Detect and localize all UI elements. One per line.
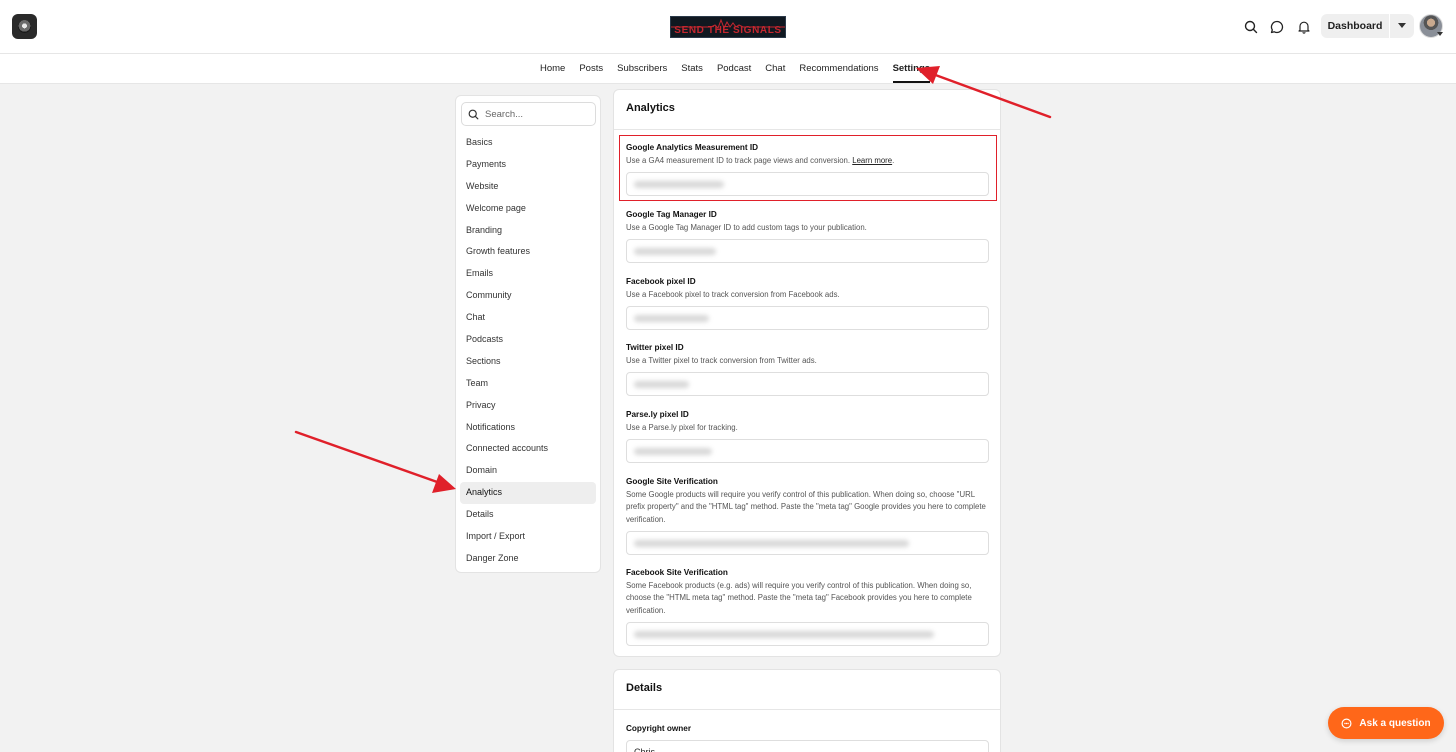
sidebar-item-import-export[interactable]: Import / Export — [460, 526, 596, 548]
field-label: Parse.ly pixel ID — [626, 410, 689, 419]
chat-icon — [1341, 718, 1352, 729]
twitter-pixel-id-input[interactable] — [626, 372, 989, 397]
dashboard-button[interactable]: Dashboard — [1321, 14, 1389, 38]
facebook-pixel-id-input[interactable] — [626, 306, 989, 331]
sidebar-item-domain[interactable]: Domain — [460, 460, 596, 482]
google-analytics-id-input[interactable] — [626, 172, 989, 197]
sidebar-item-basics[interactable]: Basics — [460, 132, 596, 154]
field-copyright-owner: Copyright owner — [626, 723, 989, 752]
sidebar-item-podcasts[interactable]: Podcasts — [460, 329, 596, 351]
dashboard-button-group: Dashboard — [1321, 14, 1414, 38]
publication-logo[interactable]: SEND THE SIGNALS — [670, 16, 786, 38]
search-icon — [468, 109, 479, 119]
tab-home[interactable]: Home — [540, 54, 565, 84]
details-panel: Details Copyright owner — [613, 669, 1001, 752]
field-label: Google Analytics Measurement ID — [626, 143, 759, 152]
field-label: Copyright owner — [626, 724, 692, 733]
field-facebook-pixel: Facebook pixel ID Use a Facebook pixel t… — [626, 276, 989, 331]
camera-lens-icon — [18, 20, 31, 33]
sidebar-item-chat[interactable]: Chat — [460, 307, 596, 329]
annotation-arrow-analytics — [294, 430, 456, 493]
field-google-analytics: Google Analytics Measurement ID Use a GA… — [626, 142, 989, 197]
field-parsely-pixel: Parse.ly pixel ID Use a Parse.ly pixel f… — [626, 409, 989, 464]
field-description: Use a Facebook pixel to track conversion… — [626, 290, 840, 299]
tab-chat[interactable]: Chat — [765, 54, 785, 84]
field-description: Use a Twitter pixel to track conversion … — [626, 356, 817, 365]
google-site-verification-input[interactable] — [626, 530, 989, 555]
field-label: Google Site Verification — [626, 477, 718, 486]
ask-question-button[interactable]: Ask a question — [1328, 707, 1444, 739]
google-tag-manager-id-input[interactable] — [626, 239, 989, 264]
tab-recommendations[interactable]: Recommendations — [799, 54, 878, 84]
sidebar-item-community[interactable]: Community — [460, 285, 596, 307]
sidebar-item-emails[interactable]: Emails — [460, 263, 596, 285]
sidebar-item-website[interactable]: Website — [460, 176, 596, 198]
tab-podcast[interactable]: Podcast — [717, 54, 751, 84]
sidebar-list: Basics Payments Website Welcome page Brandin… — [460, 132, 596, 570]
details-title: Details — [614, 670, 1000, 710]
tab-subscribers[interactable]: Subscribers — [617, 54, 667, 84]
avatar-caret-icon — [1437, 32, 1443, 36]
ask-question-label: Ask a question — [1359, 717, 1431, 729]
settings-nav: Home Posts Subscribers Stats Podcast Chat Reco… — [0, 54, 1456, 84]
field-label: Google Tag Manager ID — [626, 210, 717, 219]
chat-bubble-icon[interactable] — [1268, 18, 1286, 36]
field-google-tag-manager: Google Tag Manager ID Use a Google Tag M… — [626, 209, 989, 264]
caret-down-icon — [1398, 23, 1406, 28]
tab-stats[interactable]: Stats — [681, 54, 703, 84]
dashboard-dropdown-toggle[interactable] — [1390, 14, 1414, 38]
field-google-site-verification: Google Site Verification Some Google pro… — [626, 476, 989, 555]
analytics-panel: Analytics Google Analytics Measurement I… — [613, 89, 1001, 657]
sidebar-item-connected-accounts[interactable]: Connected accounts — [460, 438, 596, 460]
learn-more-link[interactable]: Learn more — [852, 156, 892, 165]
parsely-pixel-id-input[interactable] — [626, 439, 989, 464]
field-description: Use a Google Tag Manager ID to add custo… — [626, 223, 867, 232]
bell-icon[interactable] — [1295, 18, 1313, 36]
top-bar: SEND THE SIGNALS Dashboard — [0, 0, 1456, 54]
tab-posts[interactable]: Posts — [579, 54, 603, 84]
field-description: Use a Parse.ly pixel for tracking. — [626, 423, 738, 432]
facebook-site-verification-input[interactable] — [626, 621, 989, 646]
field-description: Use a GA4 measurement ID to track page v… — [626, 156, 895, 165]
sidebar-item-growth-features[interactable]: Growth features — [460, 241, 596, 263]
field-label: Twitter pixel ID — [626, 343, 684, 352]
sidebar-item-details[interactable]: Details — [460, 504, 596, 526]
sidebar-search — [461, 102, 596, 126]
sidebar-item-team[interactable]: Team — [460, 373, 596, 395]
field-twitter-pixel: Twitter pixel ID Use a Twitter pixel to … — [626, 342, 989, 397]
sidebar-item-analytics[interactable]: Analytics — [460, 482, 596, 505]
publication-name: SEND THE SIGNALS — [674, 25, 782, 36]
search-icon[interactable] — [1242, 18, 1260, 36]
settings-sidebar: BasicsPaymentsWebsiteWelcome pageBrandin… — [455, 95, 601, 573]
field-label: Facebook Site Verification — [626, 568, 728, 577]
sidebar-search-input[interactable] — [485, 108, 585, 120]
app-logo[interactable] — [12, 14, 37, 39]
sidebar-item-notifications[interactable]: Notifications — [460, 417, 596, 439]
field-facebook-site-verification: Facebook Site Verification Some Facebook… — [626, 567, 989, 646]
field-description: Some Google products will require you ve… — [626, 490, 986, 524]
sidebar-item-payments[interactable]: Payments — [460, 154, 596, 176]
sidebar-item-privacy[interactable]: Privacy — [460, 395, 596, 417]
field-label: Facebook pixel ID — [626, 277, 696, 286]
tab-settings[interactable]: Settings — [892, 54, 931, 84]
field-description: Some Facebook products (e.g. ads) will r… — [626, 581, 972, 615]
sidebar-item-welcome-page[interactable]: Welcome page — [460, 198, 596, 220]
analytics-title: Analytics — [614, 90, 1000, 130]
sidebar-item-branding[interactable]: Branding — [460, 220, 596, 242]
sidebar-item-danger-zone[interactable]: Danger Zone — [460, 548, 596, 570]
sidebar-item-sections[interactable]: Sections — [460, 351, 596, 373]
copyright-owner-input[interactable] — [626, 740, 989, 752]
